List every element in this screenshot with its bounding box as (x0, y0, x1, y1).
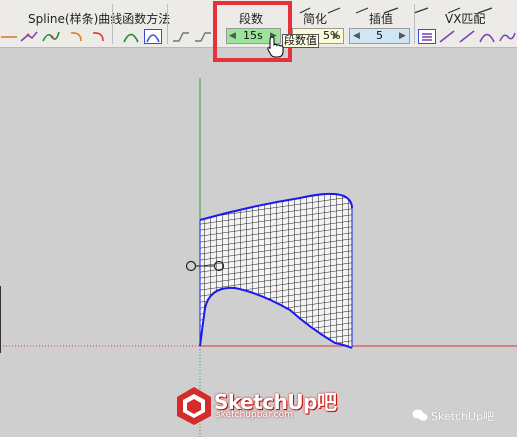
wechat-watermark-text: SketchUp吧 (431, 410, 495, 423)
spline-tool-step-icon[interactable] (172, 29, 190, 44)
viewport-scene (0, 78, 517, 437)
vx-match-arc-icon[interactable] (478, 29, 496, 44)
spline-tool-step2-icon[interactable] (194, 29, 212, 44)
spline-tool-curve-blue-icon[interactable] (144, 29, 162, 44)
toolbar-separator (414, 4, 415, 44)
vx-match-line2-icon[interactable] (458, 29, 476, 44)
spline-tool-line-icon[interactable] (0, 29, 18, 44)
toolbar-separator (167, 4, 168, 44)
segments-tooltip: 段数值 (282, 34, 319, 48)
spline-tool-arc-orange-icon[interactable] (68, 29, 86, 44)
spline-methods-label: Spline(样条)曲线函数方法 (28, 12, 171, 26)
top-row-icons (299, 7, 493, 14)
wechat-icon (412, 409, 428, 421)
watermark-site: sketchupbar.com (216, 410, 293, 420)
top-row-tools (288, 0, 517, 14)
hand-cursor-icon (267, 36, 284, 58)
interpolate-decrease-icon[interactable]: ◀ (353, 30, 360, 42)
spline-tool-curve-green-icon[interactable] (122, 29, 140, 44)
modeling-viewport[interactable]: SketchUp吧 sketchupbar.com SketchUp吧 (0, 48, 517, 437)
interpolate-increase-icon[interactable]: ▶ (399, 30, 406, 42)
sketchupbar-logo-icon (177, 387, 211, 425)
vx-match-list-icon[interactable] (418, 29, 436, 44)
spline-tool-polyline-icon[interactable] (20, 29, 38, 44)
sketchupbar-watermark: SketchUp吧 sketchupbar.com (176, 384, 346, 428)
control-point-handle[interactable] (185, 260, 197, 272)
spline-tool-bezier-icon[interactable] (42, 29, 60, 44)
interpolate-value[interactable]: 5 (376, 29, 383, 43)
interpolate-spinner[interactable]: ◀ 5 ▶ (349, 28, 410, 44)
vx-match-curve-icon[interactable] (498, 29, 516, 44)
spline-tool-arc-red-icon[interactable] (90, 29, 108, 44)
vx-match-line-icon[interactable] (438, 29, 456, 44)
toolbar-separator (112, 4, 113, 44)
simplify-increase-icon[interactable]: ▶ (333, 30, 340, 42)
